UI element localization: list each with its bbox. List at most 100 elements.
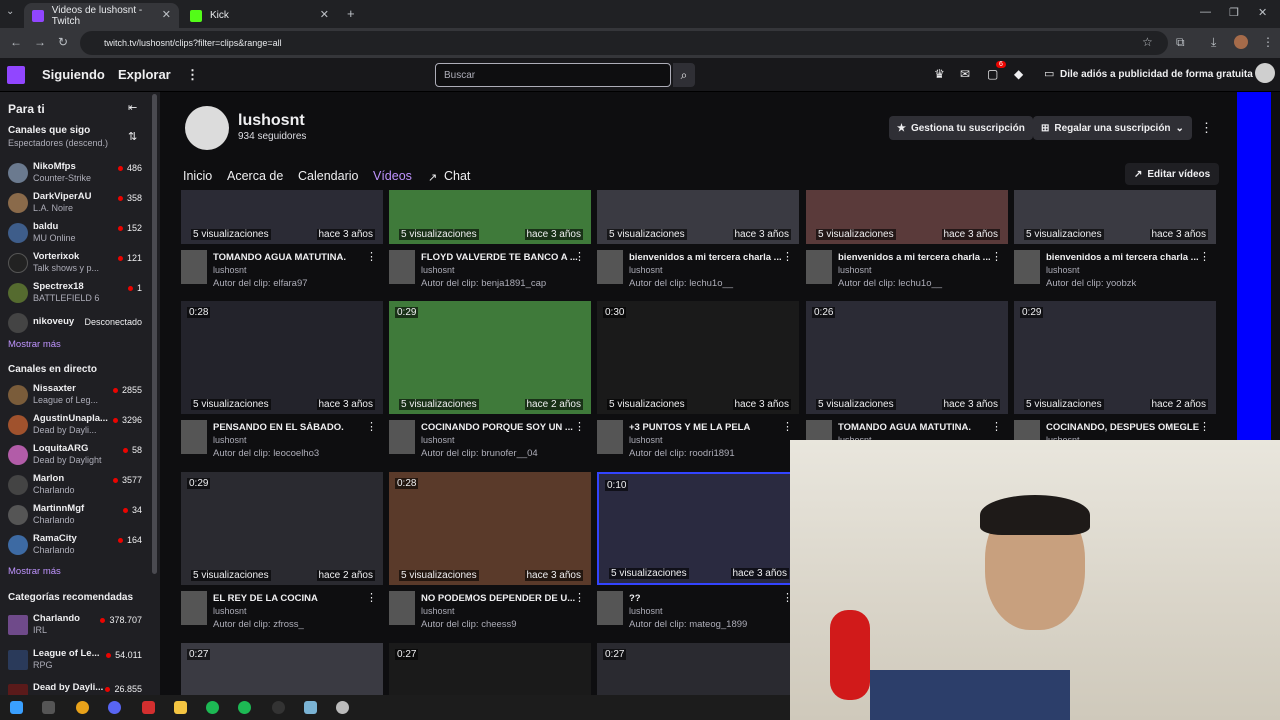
clip-channel[interactable]: lushosnt: [421, 606, 455, 616]
tab-videos[interactable]: Vídeos: [373, 169, 412, 183]
channel-thumb[interactable]: [597, 591, 623, 625]
clip-author[interactable]: Autor del clip: lechu1o__: [629, 278, 733, 289]
sidebar-channel-offline[interactable]: nikoveuy Desconectado: [0, 309, 150, 337]
nav-explore[interactable]: Explorar: [118, 67, 171, 82]
clip-title[interactable]: bienvenidos a mi tercera charla ...: [1046, 252, 1206, 263]
channel-thumb[interactable]: [181, 420, 207, 454]
clip-more-icon[interactable]: ⋮: [991, 420, 1002, 433]
clip-channel[interactable]: lushosnt: [1046, 265, 1080, 275]
sidebar-channel[interactable]: NikoMfps Counter-Strike 486: [0, 159, 150, 187]
discord-icon[interactable]: [108, 701, 121, 714]
clip-thumbnail[interactable]: 5 visualizaciones hace 3 años: [1014, 190, 1216, 244]
tab-home[interactable]: Inicio: [183, 169, 212, 183]
sidebar-scrollbar[interactable]: [152, 94, 157, 574]
channel-thumb[interactable]: [389, 591, 415, 625]
start-icon[interactable]: [10, 701, 23, 714]
spotify-icon[interactable]: [238, 701, 251, 714]
clip-channel[interactable]: lushosnt: [213, 435, 247, 445]
ad-free-link[interactable]: Dile adiós a publicidad de forma gratuit…: [1060, 69, 1253, 80]
download-icon[interactable]: ⤓: [1211, 35, 1216, 50]
clip-author[interactable]: Autor del clip: yoobzk: [1046, 278, 1136, 289]
address-bar[interactable]: twitch.tv/lushosnt/clips?filter=clips&ra…: [80, 31, 1168, 55]
tab-chat[interactable]: Chat: [444, 169, 470, 183]
sidebar-channel[interactable]: RamaCity Charlando 164: [0, 531, 150, 559]
sidebar-channel[interactable]: LoquitaARG Dead by Daylight 58: [0, 441, 150, 469]
show-more-live[interactable]: Mostrar más: [8, 566, 61, 577]
clip-more-icon[interactable]: ⋮: [366, 591, 377, 604]
clip-more-icon[interactable]: ⋮: [574, 591, 585, 604]
clip-title[interactable]: ??: [629, 593, 789, 604]
clip-thumbnail[interactable]: 0:30 5 visualizaciones hace 3 años: [597, 301, 799, 414]
clip-channel[interactable]: lushosnt: [838, 265, 872, 275]
task-view-icon[interactable]: [42, 701, 55, 714]
app-icon[interactable]: [304, 701, 317, 714]
profile-avatar[interactable]: [1234, 35, 1248, 49]
clip-title[interactable]: FLOYD VALVERDE TE BANCO A ...: [421, 252, 581, 263]
search-input[interactable]: Buscar: [435, 63, 671, 87]
sort-icon[interactable]: ⇅: [128, 130, 137, 143]
clip-channel[interactable]: lushosnt: [213, 606, 247, 616]
clip-thumbnail[interactable]: 5 visualizaciones hace 3 años: [181, 190, 383, 244]
sidebar-category[interactable]: League of Le... RPG 54.011: [0, 646, 150, 674]
clip-author[interactable]: Autor del clip: elfara97: [213, 278, 308, 289]
restore-icon[interactable]: ❐: [1229, 6, 1239, 19]
clip-title[interactable]: TOMANDO AGUA MATUTINA.: [213, 252, 373, 263]
forward-icon[interactable]: →: [34, 35, 46, 49]
clip-title[interactable]: PENSANDO EN EL SÁBADO.: [213, 422, 373, 433]
clip-more-icon[interactable]: ⋮: [574, 250, 585, 263]
clip-thumbnail[interactable]: 0:27: [597, 643, 799, 695]
clip-title[interactable]: EL REY DE LA COCINA: [213, 593, 373, 604]
show-more-followed[interactable]: Mostrar más: [8, 339, 61, 350]
clip-title[interactable]: COCINANDO, DESPUES OMEGLE: [1046, 422, 1206, 433]
notifications-icon[interactable]: ▢: [987, 67, 998, 81]
sidebar-channel[interactable]: Marlon Charlando 3577: [0, 471, 150, 499]
channel-thumb[interactable]: [389, 420, 415, 454]
clip-more-icon[interactable]: ⋮: [991, 250, 1002, 263]
clip-more-icon[interactable]: ⋮: [366, 250, 377, 263]
sidebar-channel[interactable]: AgustinUnapla... Dead by Dayli... 3296: [0, 411, 150, 439]
clip-author[interactable]: Autor del clip: mateog_1899: [629, 619, 747, 630]
sidebar-channel[interactable]: DarkViperAU L.A. Noire 358: [0, 189, 150, 217]
clip-channel[interactable]: lushosnt: [421, 265, 455, 275]
new-tab-icon[interactable]: +: [347, 6, 355, 21]
folder-icon[interactable]: [174, 701, 187, 714]
extensions-icon[interactable]: ⧉: [1176, 35, 1185, 50]
clip-channel[interactable]: lushosnt: [629, 606, 663, 616]
channel-thumb[interactable]: [806, 250, 832, 284]
clip-thumbnail[interactable]: 5 visualizaciones hace 3 años: [389, 190, 591, 244]
clip-thumbnail[interactable]: 0:29 5 visualizaciones hace 2 años: [181, 472, 383, 585]
clip-author[interactable]: Autor del clip: benja1891_cap: [421, 278, 546, 289]
minimize-icon[interactable]: —: [1200, 6, 1211, 18]
collapse-sidebar-icon[interactable]: ⇤: [128, 101, 137, 114]
obs-icon[interactable]: [272, 701, 285, 714]
clip-title[interactable]: bienvenidos a mi tercera charla ...: [629, 252, 789, 263]
clip-thumbnail[interactable]: 0:27: [181, 643, 383, 695]
sidebar-channel[interactable]: baldu MU Online 152: [0, 219, 150, 247]
clip-more-icon[interactable]: ⋮: [1199, 250, 1210, 263]
back-icon[interactable]: ←: [10, 35, 22, 49]
clip-author[interactable]: Autor del clip: lechu1o__: [838, 278, 942, 289]
clip-more-icon[interactable]: ⋮: [1199, 420, 1210, 433]
clip-more-icon[interactable]: ⋮: [782, 250, 793, 263]
clip-author[interactable]: Autor del clip: roodri1891: [629, 448, 735, 459]
clip-more-icon[interactable]: ⋮: [366, 420, 377, 433]
channel-more-icon[interactable]: ⋮: [1200, 120, 1213, 136]
clip-title[interactable]: bienvenidos a mi tercera charla ...: [838, 252, 998, 263]
clip-author[interactable]: Autor del clip: leocoelho3: [213, 448, 319, 459]
clip-title[interactable]: NO PODEMOS DEPENDER DE U...: [421, 593, 581, 604]
sidebar-category[interactable]: Dead by Dayli... 26.855: [0, 680, 150, 695]
tab-schedule[interactable]: Calendario: [298, 169, 358, 183]
tab-kick[interactable]: Kick ✕: [182, 3, 337, 28]
manage-subscription-button[interactable]: ★ Gestiona tu suscripción: [889, 116, 1033, 140]
channel-thumb[interactable]: [597, 250, 623, 284]
clip-more-icon[interactable]: ⋮: [574, 420, 585, 433]
clip-author[interactable]: Autor del clip: cheess9: [421, 619, 517, 630]
close-tab-icon[interactable]: ✕: [162, 8, 171, 21]
clip-thumbnail[interactable]: 0:28 5 visualizaciones hace 3 años: [389, 472, 591, 585]
clip-title[interactable]: COCINANDO PORQUE SOY UN ...: [421, 422, 581, 433]
tab-about[interactable]: Acerca de: [227, 169, 283, 183]
clip-title[interactable]: +3 PUNTOS Y ME LA PELA: [629, 422, 789, 433]
app-icon[interactable]: [336, 701, 349, 714]
more-menu-icon[interactable]: ⋮: [186, 67, 199, 83]
tab-twitch[interactable]: Videos de lushosnt - Twitch ✕: [24, 3, 179, 28]
